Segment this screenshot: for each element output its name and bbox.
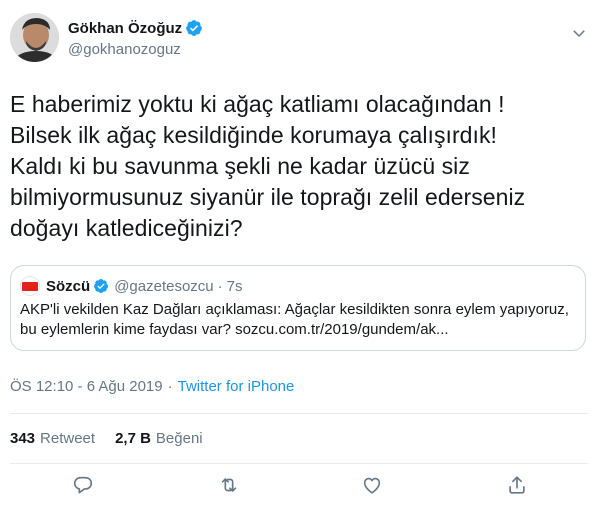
verified-badge-icon bbox=[186, 20, 203, 36]
heart-icon[interactable] bbox=[361, 474, 383, 496]
tweet-timestamp[interactable]: ÖS 12:10 - 6 Ağu 2019 bbox=[10, 378, 163, 395]
tweet-text-line: E haberimiz yoktu ki ağaç katliamı olaca… bbox=[10, 91, 505, 117]
quoted-display-name: Sözcü bbox=[46, 277, 91, 295]
tweet-text-line: bilmiyormusunuz siyanür ile toprağı zeli… bbox=[10, 184, 526, 210]
retweet-count-link[interactable]: 343 Retweet bbox=[10, 430, 95, 447]
like-count: 2,7 B bbox=[115, 430, 151, 447]
author-handle[interactable]: @gokhanozoguz bbox=[68, 41, 203, 58]
divider bbox=[10, 463, 588, 464]
quoted-tweet-header: Sözcü @gazetesozcu · 7s bbox=[20, 276, 243, 296]
meta-separator: · bbox=[167, 378, 173, 395]
verified-badge-icon bbox=[94, 279, 109, 293]
chevron-down-icon[interactable] bbox=[570, 24, 588, 42]
like-count-link[interactable]: 2,7 B Beğeni bbox=[115, 430, 203, 447]
divider bbox=[10, 413, 588, 414]
tweet-meta: ÖS 12:10 - 6 Ağu 2019 · Twitter for iPho… bbox=[10, 378, 294, 395]
reply-icon[interactable] bbox=[72, 474, 94, 496]
quoted-separator: · bbox=[217, 277, 223, 295]
retweet-icon[interactable] bbox=[218, 474, 240, 496]
sozcu-logo-icon bbox=[20, 276, 40, 296]
retweet-label: Retweet bbox=[40, 430, 96, 447]
author-info: Gökhan Özoğuz @gokhanozoguz bbox=[68, 18, 203, 58]
quoted-text-line: bu eylemlerin kime faydası var? sozcu.co… bbox=[20, 321, 449, 338]
quoted-text-line: AKP'li vekilden Kaz Dağları açıklaması: … bbox=[20, 301, 569, 318]
quoted-time: 7s bbox=[226, 277, 243, 295]
tweet-actions bbox=[0, 474, 598, 500]
author-avatar[interactable] bbox=[10, 13, 59, 62]
tweet-stats: 343 Retweet 2,7 B Beğeni bbox=[10, 430, 203, 447]
tweet-text: E haberimiz yoktu ki ağaç katliamı olaca… bbox=[10, 89, 585, 244]
tweet-text-line: Kaldı ki bu savunma şekli ne kadar üzücü… bbox=[10, 153, 470, 179]
quoted-handle: @gazetesozcu bbox=[114, 277, 214, 295]
author-display-name[interactable]: Gökhan Özoğuz bbox=[68, 20, 182, 37]
tweet-text-line: doğayı katlediceğinizi? bbox=[10, 215, 243, 241]
like-label: Beğeni bbox=[155, 430, 203, 447]
tweet-header: Gökhan Özoğuz @gokhanozoguz bbox=[10, 13, 588, 69]
tweet-source-link[interactable]: Twitter for iPhone bbox=[178, 378, 295, 395]
share-icon[interactable] bbox=[506, 474, 528, 496]
quoted-tweet-text: AKP'li vekilden Kaz Dağları açıklaması: … bbox=[20, 300, 580, 340]
retweet-count: 343 bbox=[10, 430, 36, 447]
quoted-tweet-card[interactable]: Sözcü @gazetesozcu · 7s AKP'li vekilden … bbox=[10, 265, 586, 351]
tweet-text-line: Bilsek ilk ağaç kesildiğinde korumaya ça… bbox=[10, 122, 497, 148]
